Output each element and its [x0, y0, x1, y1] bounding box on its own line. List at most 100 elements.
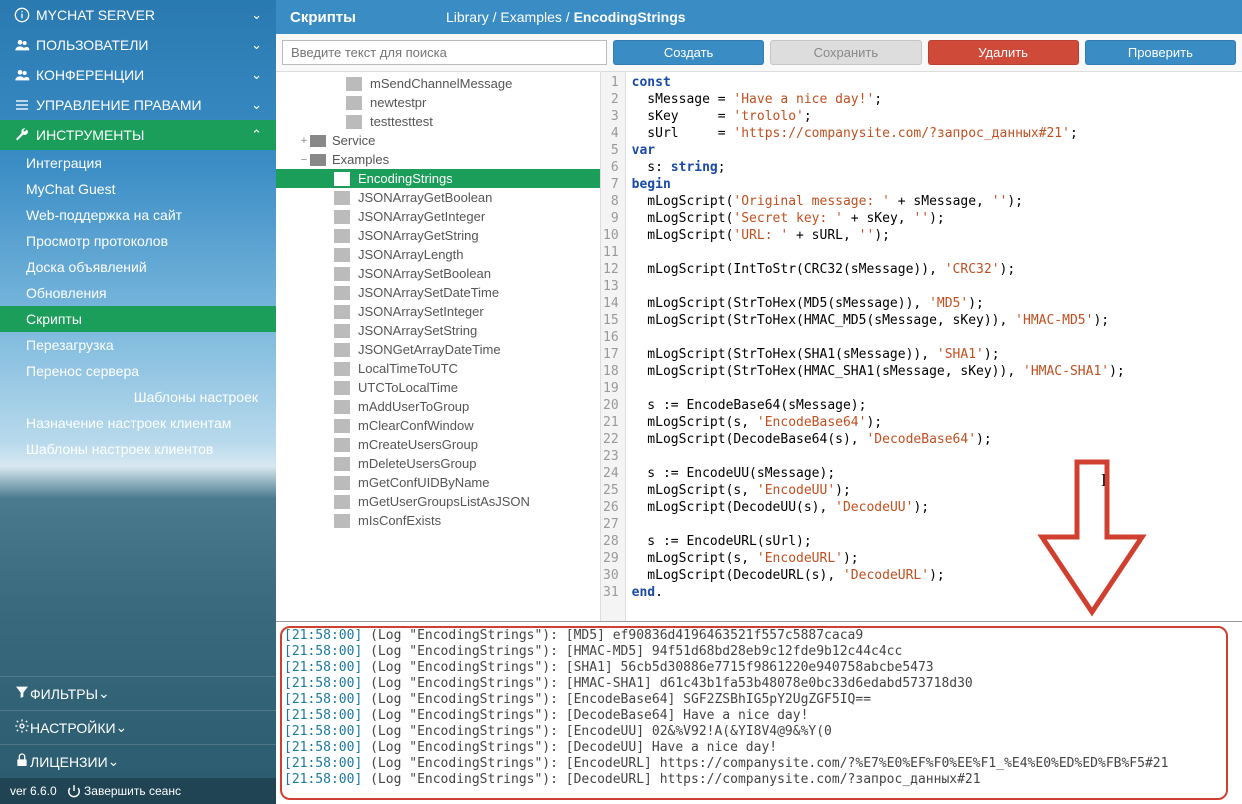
log-panel[interactable]: [21:58:00] (Log "EncodingStrings"): [MD5… — [276, 622, 1242, 804]
nav-лицензии[interactable]: ЛИЦЕНЗИИ⌄ — [0, 744, 276, 778]
info-icon — [14, 7, 36, 23]
sidebar-item-перенос-сервера[interactable]: Перенос сервера — [0, 358, 276, 384]
chevron-down-icon: ⌄ — [251, 67, 262, 83]
file-icon — [334, 343, 350, 357]
sidebar-item-mychat-guest[interactable]: MyChat Guest — [0, 176, 276, 202]
line-gutter: 1234567891011121314151617181920212223242… — [601, 72, 626, 621]
file-icon — [334, 400, 350, 414]
file-icon — [346, 115, 362, 129]
tree-file[interactable]: JSONArraySetBoolean — [276, 264, 600, 283]
wrench-icon — [14, 127, 36, 143]
tree-file[interactable]: mAddUserToGroup — [276, 397, 600, 416]
tree-file[interactable]: LocalTimeToUTC — [276, 359, 600, 378]
chevron-down-icon: ⌄ — [98, 685, 110, 702]
search-input[interactable] — [282, 40, 607, 65]
sidebar-item-интеграция[interactable]: Интеграция — [0, 150, 276, 176]
sidebar-item-web-поддержка-на-сайт[interactable]: Web-поддержка на сайт — [0, 202, 276, 228]
users-icon — [14, 67, 36, 83]
tree-file[interactable]: mClearConfWindow — [276, 416, 600, 435]
topbar: Скрипты Library / Examples / EncodingStr… — [276, 0, 1242, 34]
file-icon — [334, 438, 350, 452]
nav-пользователи[interactable]: ПОЛЬЗОВАТЕЛИ⌄ — [0, 30, 276, 60]
log-line: [21:58:00] (Log "EncodingStrings"): [Dec… — [284, 772, 1234, 788]
tree-file[interactable]: mCreateUsersGroup — [276, 435, 600, 454]
tree-file[interactable]: JSONArrayGetInteger — [276, 207, 600, 226]
check-button[interactable]: Проверить — [1085, 40, 1236, 65]
script-tree[interactable]: mSendChannelMessagenewtestprtesttesttest… — [276, 72, 601, 621]
expand-icon[interactable]: + — [298, 135, 310, 147]
log-line: [21:58:00] (Log "EncodingStrings"): [Enc… — [284, 756, 1234, 772]
sidebar-item-просмотр-протоколов[interactable]: Просмотр протоколов — [0, 228, 276, 254]
code-content[interactable]: const sMessage = 'Have a nice day!'; sKe… — [626, 72, 1131, 621]
folder-icon — [310, 154, 326, 166]
tree-file[interactable]: JSONArrayLength — [276, 245, 600, 264]
tree-folder[interactable]: + Service — [276, 131, 600, 150]
nav-инструменты[interactable]: ИНСТРУМЕНТЫ⌃ — [0, 120, 276, 150]
tree-file[interactable]: newtestpr — [276, 93, 600, 112]
tree-file[interactable]: mSendChannelMessage — [276, 74, 600, 93]
file-icon — [334, 248, 350, 262]
list-icon — [14, 97, 36, 113]
nav-настройки[interactable]: НАСТРОЙКИ⌄ — [0, 710, 276, 744]
tree-folder[interactable]: − Examples — [276, 150, 600, 169]
tree-file[interactable]: UTCToLocalTime — [276, 378, 600, 397]
nav-управление-правами[interactable]: УПРАВЛЕНИЕ ПРАВАМИ⌄ — [0, 90, 276, 120]
sidebar-templates-link[interactable]: Шаблоны настроек — [0, 384, 276, 410]
file-icon — [334, 210, 350, 224]
nav-label: НАСТРОЙКИ — [30, 720, 116, 736]
log-line: [21:58:00] (Log "EncodingStrings"): [Enc… — [284, 692, 1234, 708]
code-editor[interactable]: 1234567891011121314151617181920212223242… — [601, 72, 1242, 621]
main-area: Скрипты Library / Examples / EncodingStr… — [276, 0, 1242, 804]
sidebar-item-обновления[interactable]: Обновления — [0, 280, 276, 306]
file-icon — [334, 286, 350, 300]
file-icon — [334, 172, 350, 186]
save-button[interactable]: Сохранить — [770, 40, 921, 65]
tree-file[interactable]: JSONArrayGetString — [276, 226, 600, 245]
nav-конференции[interactable]: КОНФЕРЕНЦИИ⌄ — [0, 60, 276, 90]
file-icon — [334, 476, 350, 490]
nav-label: ЛИЦЕНЗИИ — [30, 754, 108, 770]
page-title: Скрипты — [290, 9, 356, 26]
sidebar-item-шаблоны-настроек-клиентов[interactable]: Шаблоны настроек клиентов — [0, 436, 276, 462]
sidebar-item-назначение-настроек-клиентам[interactable]: Назначение настроек клиентам — [0, 410, 276, 436]
tree-file[interactable]: JSONArrayGetBoolean — [276, 188, 600, 207]
file-icon — [334, 305, 350, 319]
sidebar-item-перезагрузка[interactable]: Перезагрузка — [0, 332, 276, 358]
expand-icon[interactable]: − — [298, 154, 310, 166]
tree-file[interactable]: mGetUserGroupsListAsJSON — [276, 492, 600, 511]
tree-file[interactable]: mIsConfExists — [276, 511, 600, 530]
sidebar-item-скрипты[interactable]: Скрипты — [0, 306, 276, 332]
create-button[interactable]: Создать — [613, 40, 764, 65]
breadcrumb: Library / Examples / EncodingStrings — [446, 9, 686, 25]
toolbar: Создать Сохранить Удалить Проверить — [276, 34, 1242, 72]
crumb-library[interactable]: Library — [446, 9, 489, 25]
chevron-down-icon: ⌄ — [116, 719, 128, 736]
folder-icon — [310, 135, 326, 147]
nav-фильтры[interactable]: ФИЛЬТРЫ⌄ — [0, 676, 276, 710]
file-icon — [334, 324, 350, 338]
nav-label: ПОЛЬЗОВАТЕЛИ — [36, 37, 148, 53]
delete-button[interactable]: Удалить — [928, 40, 1079, 65]
nav-mychat-server[interactable]: MYCHAT SERVER⌄ — [0, 0, 276, 30]
tree-file[interactable]: JSONArraySetDateTime — [276, 283, 600, 302]
log-line: [21:58:00] (Log "EncodingStrings"): [Enc… — [284, 724, 1234, 740]
nav-label: ФИЛЬТРЫ — [30, 686, 98, 702]
crumb-examples[interactable]: Examples — [500, 9, 561, 25]
tree-file[interactable]: EncodingStrings — [276, 169, 600, 188]
tree-file[interactable]: mGetConfUIDByName — [276, 473, 600, 492]
file-icon — [334, 495, 350, 509]
sidebar-footer: ver 6.6.0 Завершить сеанс — [0, 778, 276, 804]
tree-file[interactable]: mDeleteUsersGroup — [276, 454, 600, 473]
tree-file[interactable]: JSONArraySetString — [276, 321, 600, 340]
tree-file[interactable]: testtesttest — [276, 112, 600, 131]
file-icon — [346, 96, 362, 110]
nav-label: УПРАВЛЕНИЕ ПРАВАМИ — [36, 97, 202, 113]
chevron-down-icon: ⌄ — [251, 7, 262, 23]
file-icon — [334, 381, 350, 395]
logout-button[interactable]: Завершить сеанс — [67, 784, 181, 798]
tree-file[interactable]: JSONArraySetInteger — [276, 302, 600, 321]
sidebar-item-доска-объявлений[interactable]: Доска объявлений — [0, 254, 276, 280]
log-line: [21:58:00] (Log "EncodingStrings"): [HMA… — [284, 644, 1234, 660]
filter-icon — [14, 684, 30, 703]
tree-file[interactable]: JSONGetArrayDateTime — [276, 340, 600, 359]
